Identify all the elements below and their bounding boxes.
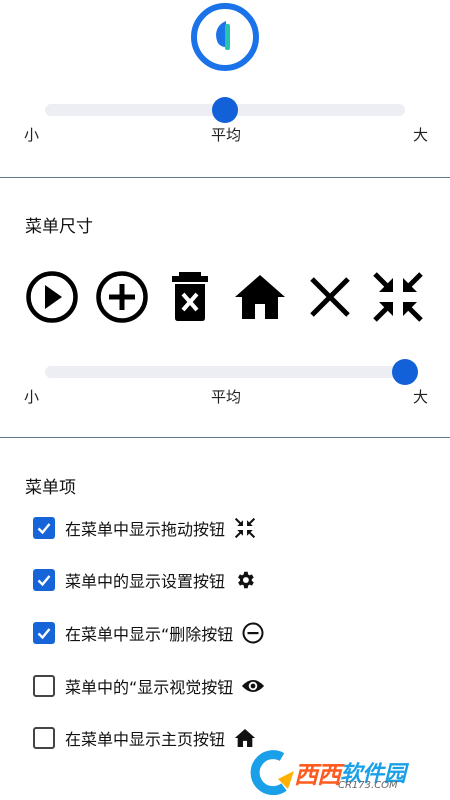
watermark-c-icon xyxy=(250,750,294,795)
slider-min-label: 小 xyxy=(24,126,40,144)
slider-max-label: 大 xyxy=(412,126,428,144)
play-circle-icon xyxy=(26,271,78,323)
collapse-arrows-icon xyxy=(373,272,423,322)
eye-icon xyxy=(241,674,265,698)
menu-size-slider-labels: 小 平均 大 xyxy=(24,386,428,408)
checkbox[interactable] xyxy=(33,569,55,591)
add-circle-icon xyxy=(96,271,148,323)
watermark-brand-a: 西西 xyxy=(294,760,341,789)
menu-size-slider[interactable] xyxy=(45,359,418,385)
section-divider xyxy=(0,177,450,178)
slider-mid-label: 平均 xyxy=(210,126,242,144)
slider-min-label: 小 xyxy=(24,388,40,406)
icon-size-slider-thumb[interactable] xyxy=(212,97,238,123)
menu-icon-preview-row xyxy=(25,270,425,326)
menu-item-label: 在菜单中显示“删除按钮 xyxy=(65,625,234,644)
app-preview-icon xyxy=(191,3,259,71)
menu-item-show-drag[interactable]: 在菜单中显示拖动按钮 xyxy=(33,515,257,541)
menu-item-label: 菜单中的“显示视觉按钮 xyxy=(65,678,234,697)
checkmark-icon xyxy=(37,628,51,640)
slider-mid-label: 平均 xyxy=(210,388,242,406)
watermark-logo: 西西 软件园 CR173.COM xyxy=(248,748,448,796)
delete-bin-icon xyxy=(172,272,208,321)
menu-size-title: 菜单尺寸 xyxy=(25,217,93,237)
drag-collapse-icon xyxy=(233,516,257,540)
gear-icon xyxy=(233,568,257,592)
menu-item-label: 在菜单中显示拖动按钮 xyxy=(65,520,226,539)
menu-item-show-settings[interactable]: 菜单中的显示设置按钮 xyxy=(33,567,257,593)
icon-size-slider[interactable] xyxy=(45,97,405,123)
watermark-url: CR173.COM xyxy=(338,780,398,791)
menu-size-slider-thumb[interactable] xyxy=(392,359,418,385)
icon-size-slider-labels: 小 平均 大 xyxy=(24,124,428,146)
checkmark-icon xyxy=(37,523,51,535)
menu-item-show-delete[interactable]: 在菜单中显示“删除按钮 xyxy=(33,620,265,646)
checkbox[interactable] xyxy=(33,727,55,749)
checkmark-icon xyxy=(37,575,51,587)
section-divider xyxy=(0,437,450,438)
menu-item-show-home[interactable]: 在菜单中显示主页按钮 xyxy=(33,725,257,751)
home-icon xyxy=(233,726,257,750)
menu-item-label: 菜单中的显示设置按钮 xyxy=(65,572,226,591)
home-icon xyxy=(235,275,285,319)
checkbox[interactable] xyxy=(33,517,55,539)
close-icon xyxy=(310,277,350,317)
menu-items-title: 菜单项 xyxy=(25,478,76,498)
slider-max-label: 大 xyxy=(412,388,428,406)
checkbox[interactable] xyxy=(33,622,55,644)
menu-item-show-visual[interactable]: 菜单中的“显示视觉按钮 xyxy=(33,673,265,699)
remove-circle-icon xyxy=(241,621,265,645)
menu-item-label: 在菜单中显示主页按钮 xyxy=(65,730,226,749)
checkbox[interactable] xyxy=(33,675,55,697)
